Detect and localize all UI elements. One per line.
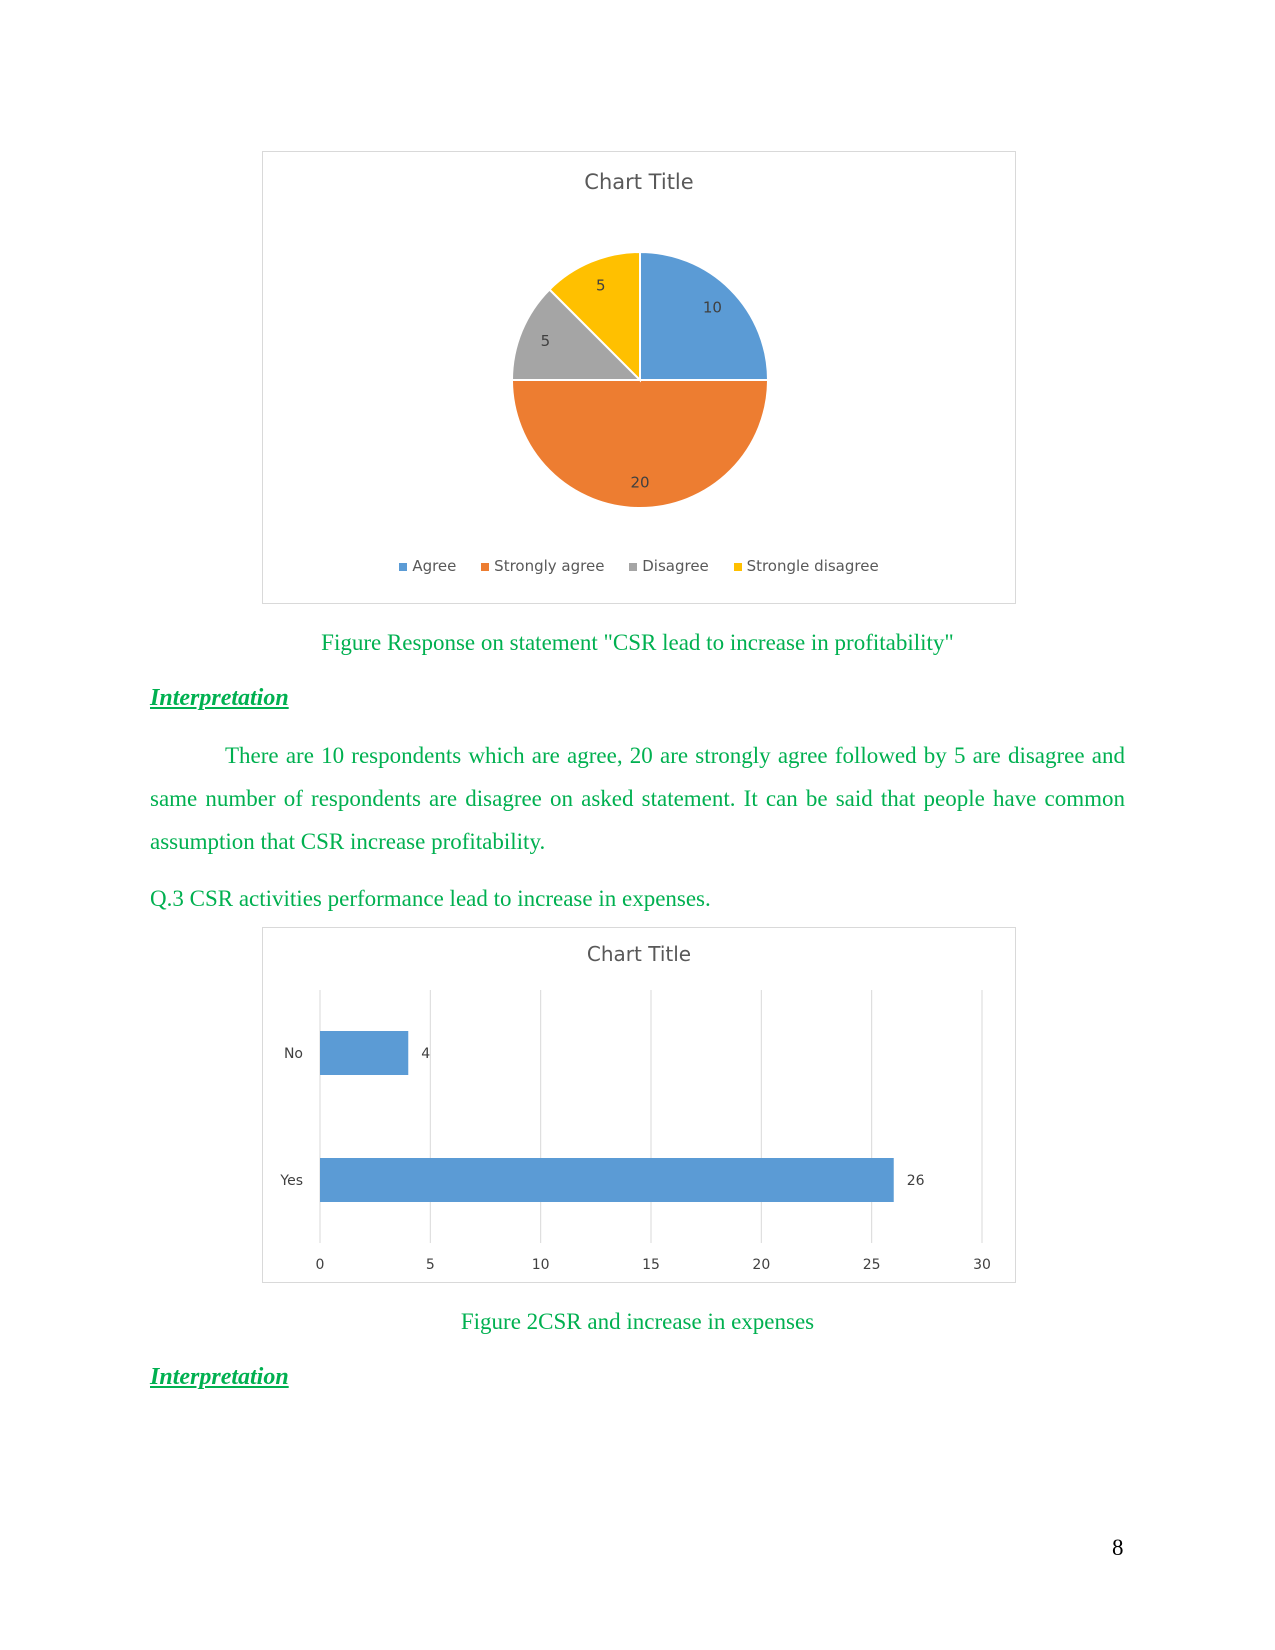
legend-item: Strongle disagree (733, 557, 879, 575)
bar (320, 1158, 894, 1202)
interpretation-paragraph: There are 10 respondents which are agree… (150, 743, 1125, 854)
figure-caption-2: Figure 2CSR and increase in expenses (460, 1309, 815, 1334)
legend-item: Disagree (629, 557, 709, 575)
question-3: Q.3 CSR activities performance lead to i… (150, 886, 711, 911)
x-tick-label: 5 (426, 1257, 435, 1273)
x-tick-label: 15 (642, 1257, 660, 1273)
pie-data-label: 10 (703, 299, 722, 317)
interpretation-heading-2: Interpretation (150, 1364, 289, 1390)
legend-swatch (629, 563, 638, 571)
pie-plot: 10 20 5 5 (510, 250, 770, 509)
bar-plot: 0 5 10 15 20 25 30 No 4 Yes 26 (279, 990, 991, 1273)
pie-data-label: 20 (630, 473, 649, 491)
bar-chart: Chart Title 0 5 10 15 20 25 30 No 4 Yes 26 (262, 927, 1016, 1283)
y-category-label: No (284, 1046, 303, 1062)
bar-data-label: 26 (907, 1173, 925, 1189)
pie-data-label: 5 (596, 276, 606, 294)
legend-item: Agree (399, 557, 456, 575)
x-tick-label: 0 (316, 1257, 325, 1273)
legend-item: Strongly agree (481, 557, 604, 575)
pie-data-label: 5 (541, 332, 551, 350)
legend-swatch (733, 563, 742, 571)
pie-chart: Chart Title 10 20 5 5 Agree Strongly agree … (262, 151, 1016, 604)
legend-swatch (481, 563, 490, 571)
x-tick-label: 25 (863, 1257, 881, 1273)
pie-legend: Agree Strongly agree Disagree Strongle d… (263, 557, 1015, 575)
document-page: Chart Title 10 20 5 5 Agree Strongly agree … (0, 0, 1275, 1650)
bar (320, 1031, 409, 1075)
x-tick-label: 20 (752, 1257, 770, 1273)
bar-data-label: 4 (421, 1046, 430, 1062)
legend-swatch (399, 563, 408, 571)
page-number: 8 (1112, 1535, 1124, 1560)
x-tick-label: 30 (973, 1257, 991, 1273)
legend-label: Strongle disagree (746, 557, 879, 575)
legend-label: Agree (412, 557, 457, 575)
interpretation-heading-1: Interpretation (150, 685, 289, 711)
legend-label: Strongly agree (494, 557, 605, 575)
figure-caption-1: Figure Response on statement "CSR lead t… (321, 630, 954, 655)
legend-label: Disagree (642, 557, 709, 575)
x-tick-label: 10 (532, 1257, 550, 1273)
y-category-label: Yes (279, 1173, 303, 1189)
